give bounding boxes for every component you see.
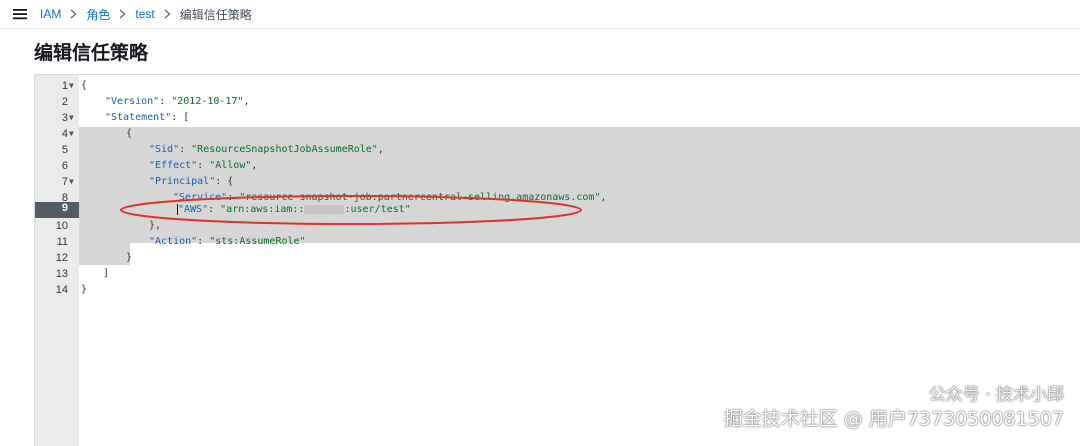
line-number: 10	[55, 220, 68, 232]
code-line: 13 ]	[35, 266, 1080, 282]
top-navigation-bar: IAM 角色 test 编辑信任策略	[0, 0, 1080, 29]
code-text: }	[81, 284, 88, 295]
breadcrumb: IAM 角色 test 编辑信任策略	[40, 6, 252, 23]
json-punct: ,	[251, 160, 258, 171]
fold-arrow-icon[interactable]: ▼	[69, 78, 74, 94]
json-value: "ResourceSnapshotJobAssumeRole"	[191, 144, 378, 155]
code-line: 3 ▼ "Statement": [	[35, 110, 1080, 126]
line-number: 5	[61, 144, 68, 156]
json-key: "Version"	[105, 96, 160, 107]
code-line: 6 "Effect": "Allow",	[35, 158, 1080, 174]
json-punct: ,	[243, 96, 250, 107]
page-title: 编辑信任策略	[34, 43, 149, 64]
code-line: 2 "Version": "2012-10-17",	[35, 94, 1080, 110]
line-number: 14	[55, 284, 68, 296]
json-punct: ,	[377, 144, 384, 155]
code-line: 7 ▼ "Principal": {	[35, 174, 1080, 190]
breadcrumb-current: 编辑信任策略	[179, 7, 252, 22]
chevron-right-icon	[119, 9, 126, 19]
json-punct: :	[159, 96, 172, 107]
line-number: 13	[55, 268, 68, 280]
chevron-right-icon	[164, 9, 171, 19]
code-line: 5 "Sid": "ResourceSnapshotJobAssumeRole"…	[35, 142, 1080, 158]
json-key: "Action"	[149, 236, 198, 247]
json-key: "Effect"	[149, 160, 198, 171]
line-number: 7	[61, 176, 68, 188]
line-number: 12	[55, 252, 68, 264]
code-line: 1 ▼ {	[35, 78, 1080, 94]
annotation-ellipse	[120, 195, 582, 225]
code-line: 14 }	[35, 282, 1080, 298]
watermark-text: 公众号 · 技术小邱	[928, 385, 1064, 405]
breadcrumb-role-test[interactable]: test	[135, 7, 154, 21]
json-punct: :	[179, 144, 192, 155]
json-key: "Principal"	[149, 176, 216, 187]
json-punct: : {	[215, 176, 234, 187]
code-line: 12 }	[35, 250, 1080, 266]
wechat-icon	[898, 383, 923, 403]
code-text: }	[126, 252, 133, 263]
line-number: 6	[61, 160, 68, 172]
breadcrumb-roles[interactable]: 角色	[86, 6, 110, 23]
line-number: 1	[61, 80, 68, 92]
fold-arrow-icon[interactable]: ▼	[69, 126, 74, 142]
json-key: "Sid"	[149, 144, 180, 155]
menu-icon[interactable]	[0, 0, 40, 28]
json-punct: : [	[171, 112, 190, 123]
fold-arrow-icon[interactable]: ▼	[69, 110, 74, 126]
code-line: 11 "Action": "sts:AssumeRole"	[35, 234, 1080, 250]
watermark-juejin: 掘金技术社区 @ 用户7373050081507	[723, 408, 1064, 430]
breadcrumb-iam[interactable]: IAM	[40, 7, 61, 21]
line-number: 2	[61, 96, 68, 108]
json-punct: :	[197, 160, 210, 171]
json-key: "Statement"	[105, 112, 172, 123]
code-line: 4 ▼ {	[35, 126, 1080, 142]
chevron-right-icon	[70, 9, 77, 19]
json-value: "2012-10-17"	[171, 96, 244, 107]
code-text: {	[81, 80, 88, 91]
line-number: 4	[61, 128, 68, 140]
line-number: 11	[56, 236, 68, 248]
code-text: {	[126, 128, 133, 139]
line-number: 3	[61, 112, 68, 124]
json-value: "Allow"	[209, 160, 252, 171]
code-text: ]	[103, 268, 110, 279]
json-value: "sts:AssumeRole"	[209, 236, 306, 247]
watermark-wechat: 公众号 · 技术小邱	[898, 380, 1064, 405]
json-punct: :	[197, 236, 210, 247]
fold-arrow-icon[interactable]: ▼	[69, 174, 74, 190]
